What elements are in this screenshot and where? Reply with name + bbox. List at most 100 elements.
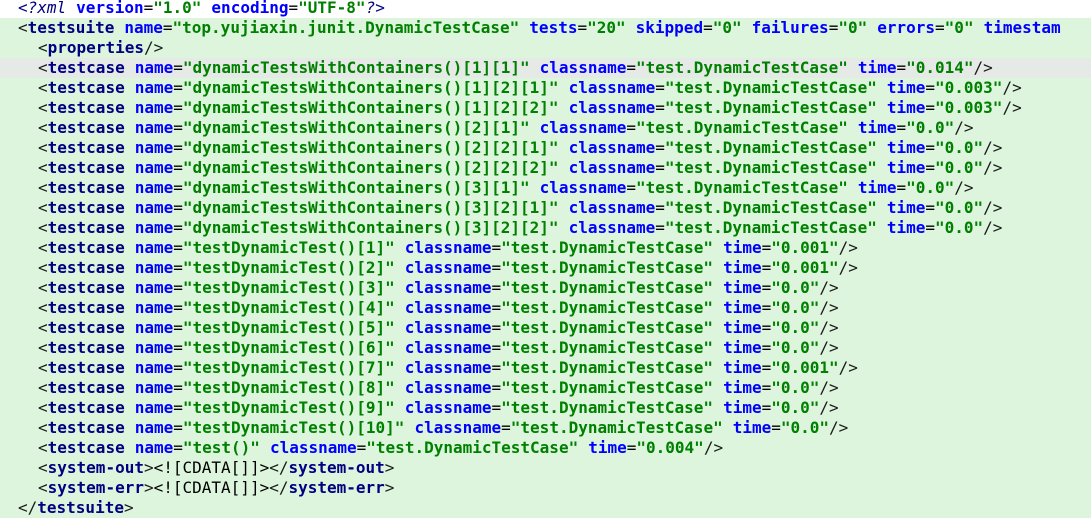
testcase-line[interactable]: <testcase name="testDynamicTest()[2]" clas…	[0, 258, 1091, 278]
testcase-tag: testcase	[47, 58, 125, 77]
testcase-classname-value: "test.DynamicTestCase"	[501, 258, 714, 277]
name-attr: name	[134, 118, 174, 137]
name-attr: name	[134, 158, 174, 177]
testcase-classname-value: "test.DynamicTestCase"	[636, 178, 848, 197]
testcase-line[interactable]: <testcase name="dynamicTestsWithContainer…	[0, 178, 1091, 198]
suite-attr-name: timestam	[983, 18, 1061, 37]
classname-attr: classname	[404, 298, 492, 317]
name-attr: name	[134, 338, 174, 357]
testcase-line[interactable]: <testcase name="dynamicTestsWithContainer…	[0, 198, 1091, 218]
pi-target: xml	[37, 0, 67, 17]
testcase-name-value: "testDynamicTest()[7]"	[182, 358, 395, 377]
testcase-name-value: "testDynamicTest()[4]"	[182, 298, 395, 317]
testcase-line[interactable]: <testcase name="testDynamicTest()[5]" clas…	[0, 318, 1091, 338]
testcase-classname-value: "test.DynamicTestCase"	[664, 198, 877, 217]
time-attr: time	[886, 138, 926, 157]
name-attr: name	[134, 258, 174, 277]
encoding-attr: encoding	[211, 0, 289, 17]
testcase-line[interactable]: <testcase name="dynamicTestsWithContainer…	[0, 78, 1091, 98]
testcase-name-value: "testDynamicTest()[5]"	[182, 318, 395, 337]
testcase-name-value: "dynamicTestsWithContainers()[3][2][1]"	[182, 198, 559, 217]
testcase-time-value: "0.0"	[935, 158, 984, 177]
time-attr: time	[857, 178, 897, 197]
testcase-line[interactable]: <testcase name="dynamicTestsWithContainer…	[0, 58, 1091, 78]
cdata-section: <![CDATA[]]>	[153, 478, 270, 497]
classname-attr: classname	[568, 138, 656, 157]
testcase-tag: testcase	[47, 398, 125, 417]
testcase-name-value: "testDynamicTest()[6]"	[182, 338, 395, 357]
testcase-classname-value: "test.DynamicTestCase"	[664, 138, 877, 157]
testcase-classname-value: "test.DynamicTestCase"	[501, 358, 714, 377]
system-err-line[interactable]: <system-err><![CDATA[]]></system-err>	[0, 478, 1091, 498]
properties-line[interactable]: <properties/>	[0, 38, 1091, 58]
testcase-line[interactable]: <testcase name="dynamicTestsWithContainer…	[0, 98, 1091, 118]
testcase-time-value: "0.004"	[636, 438, 704, 457]
suite-attr-value: "0"	[838, 18, 868, 37]
classname-attr: classname	[269, 438, 357, 457]
system-out-line[interactable]: <system-out><![CDATA[]]></system-out>	[0, 458, 1091, 478]
testcase-time-value: "0.001"	[771, 358, 839, 377]
suite-attr-name: tests	[529, 18, 578, 37]
xml-editor[interactable]: <?xml version="1.0" encoding="UTF-8"?> <te…	[0, 0, 1091, 531]
testsuite-open-line[interactable]: <testsuite name="top.yujiaxin.junit.Dynam…	[0, 18, 1091, 38]
testcase-name-value: "testDynamicTest()[3]"	[182, 278, 395, 297]
testcase-line[interactable]: <testcase name="dynamicTestsWithContainer…	[0, 138, 1091, 158]
testsuite-close-line[interactable]: </testsuite>	[0, 498, 1091, 518]
suite-attr-name: failures	[751, 18, 829, 37]
testcase-tag: testcase	[47, 98, 125, 117]
testcase-line[interactable]: <testcase name="testDynamicTest()[7]" clas…	[0, 358, 1091, 378]
testcase-name-value: "dynamicTestsWithContainers()[3][1]"	[182, 178, 530, 197]
testcase-line[interactable]: <testcase name="dynamicTestsWithContainer…	[0, 158, 1091, 178]
time-attr: time	[732, 418, 772, 437]
testcase-time-value: "0.0"	[935, 198, 984, 217]
xml-declaration-line[interactable]: <?xml version="1.0" encoding="UTF-8"?>	[0, 0, 1091, 18]
name-attr: name	[134, 438, 174, 457]
testcase-line[interactable]: <testcase name="testDynamicTest()[4]" clas…	[0, 298, 1091, 318]
testcase-classname-value: "test.DynamicTestCase"	[501, 338, 714, 357]
testcase-line[interactable]: <testcase name="testDynamicTest()[8]" clas…	[0, 378, 1091, 398]
testcase-classname-value: "test.DynamicTestCase"	[501, 278, 714, 297]
testcase-time-value: "0.0"	[771, 338, 820, 357]
testcase-time-value: "0.0"	[906, 118, 955, 137]
testcase-classname-value: "test.DynamicTestCase"	[501, 318, 714, 337]
testcase-tag: testcase	[47, 298, 125, 317]
testcase-classname-value: "test.DynamicTestCase"	[501, 378, 714, 397]
testcase-name-value: "dynamicTestsWithContainers()[3][2][2]"	[182, 218, 559, 237]
testcase-tag: testcase	[47, 418, 125, 437]
testcase-time-value: "0.0"	[771, 378, 820, 397]
testcase-line[interactable]: <testcase name="testDynamicTest()[3]" clas…	[0, 278, 1091, 298]
testcase-name-value: "testDynamicTest()[2]"	[182, 258, 395, 277]
testcase-line[interactable]: <testcase name="test()" classname="test.Dy…	[0, 438, 1091, 458]
testcase-tag: testcase	[47, 438, 125, 457]
time-attr: time	[886, 158, 926, 177]
testcase-line[interactable]: <testcase name="testDynamicTest()[9]" clas…	[0, 398, 1091, 418]
testcase-classname-value: "test.DynamicTestCase"	[366, 438, 579, 457]
testcase-classname-value: "test.DynamicTestCase"	[664, 158, 877, 177]
testcase-line[interactable]: <testcase name="testDynamicTest()[6]" clas…	[0, 338, 1091, 358]
testcase-classname-value: "test.DynamicTestCase"	[501, 398, 714, 417]
system-out-close-tag: system-out	[288, 458, 385, 477]
classname-attr: classname	[568, 158, 656, 177]
name-attr: name	[134, 58, 174, 77]
testcase-line[interactable]: <testcase name="dynamicTestsWithContainer…	[0, 118, 1091, 138]
testcase-line[interactable]: <testcase name="testDynamicTest()[10]" cla…	[0, 418, 1091, 438]
classname-attr: classname	[414, 418, 502, 437]
testcase-line[interactable]: <testcase name="testDynamicTest()[1]" clas…	[0, 238, 1091, 258]
testcase-time-value: "0.0"	[771, 398, 820, 417]
name-attr: name	[134, 378, 174, 397]
testcase-name-value: "dynamicTestsWithContainers()[2][2][2]"	[182, 158, 559, 177]
name-attr: name	[134, 138, 174, 157]
pi-close: ?>	[365, 0, 385, 17]
testcase-name-value: "dynamicTestsWithContainers()[1][2][1]"	[182, 78, 559, 97]
testcase-tag: testcase	[47, 158, 125, 177]
name-attr: name	[134, 218, 174, 237]
testcase-tag: testcase	[47, 378, 125, 397]
testcase-line[interactable]: <testcase name="dynamicTestsWithContainer…	[0, 218, 1091, 238]
system-err-close-tag: system-err	[288, 478, 385, 497]
time-attr: time	[886, 78, 926, 97]
code-lines: <?xml version="1.0" encoding="UTF-8"?> <te…	[0, 0, 1091, 518]
testcase-tag: testcase	[47, 138, 125, 157]
testcase-tag: testcase	[47, 218, 125, 237]
name-attr: name	[134, 318, 174, 337]
time-attr: time	[723, 358, 762, 377]
